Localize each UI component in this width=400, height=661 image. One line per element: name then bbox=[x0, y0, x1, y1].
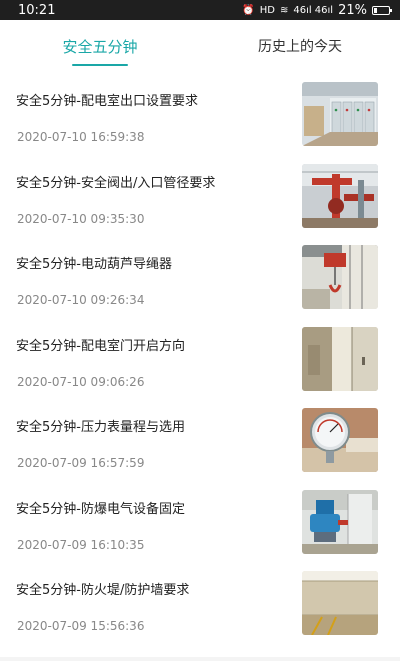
red-pipe-valve-image bbox=[302, 163, 378, 228]
bottom-edge bbox=[0, 657, 400, 661]
status-bar: 10:21 ⏰ HD ≋ 46ıl 46ıl 21% bbox=[0, 0, 400, 20]
tab-label: 安全五分钟 bbox=[62, 37, 138, 56]
tab-label: 历史上的今天 bbox=[258, 39, 342, 55]
battery-icon bbox=[372, 5, 392, 15]
list-item[interactable]: 安全5分钟-防爆电气设备固定 2020-07-09 16:10:35 bbox=[0, 480, 400, 562]
list-item[interactable]: 安全5分钟-安全阀出/入口管径要求 2020-07-10 09:35:30 bbox=[0, 154, 400, 236]
alarm-icon: ⏰ bbox=[242, 4, 255, 16]
article-thumbnail[interactable] bbox=[302, 489, 378, 554]
article-date: 2020-07-09 16:10:35 bbox=[17, 537, 145, 552]
list-item[interactable]: 安全5分钟-配电室门开启方向 2020-07-10 09:06:26 bbox=[0, 317, 400, 399]
article-thumbnail[interactable] bbox=[302, 245, 378, 309]
explosion-proof-motor-image bbox=[302, 489, 378, 554]
list-item[interactable]: 安全5分钟-压力表量程与选用 2020-07-09 16:57:59 bbox=[0, 398, 400, 480]
article-title: 安全5分钟-防爆电气设备固定 bbox=[16, 501, 185, 517]
signal-indicator: 46ıl 46ıl bbox=[293, 4, 334, 16]
electric-hoist-image bbox=[302, 245, 378, 309]
article-list: 安全5分钟-配电室出口设置要求 2020-07-10 16:59:38 安全5分… bbox=[0, 72, 400, 643]
battery-percent: 21% bbox=[338, 2, 367, 18]
fire-dike-wall-image bbox=[302, 571, 378, 635]
article-title: 安全5分钟-配电室出口设置要求 bbox=[16, 94, 198, 109]
article-date: 2020-07-09 16:57:59 bbox=[17, 456, 145, 470]
article-thumbnail[interactable] bbox=[302, 571, 378, 635]
article-date: 2020-07-10 09:06:26 bbox=[17, 374, 145, 389]
article-title: 安全5分钟-电动葫芦导绳器 bbox=[16, 257, 172, 272]
tab-bar: 安全五分钟 历史上的今天 bbox=[0, 20, 400, 72]
tab-safety-five-minutes[interactable]: 安全五分钟 bbox=[0, 20, 200, 72]
article-title: 安全5分钟-防火堤/防护墙要求 bbox=[16, 583, 190, 598]
article-thumbnail[interactable] bbox=[302, 326, 378, 391]
article-title: 安全5分钟-配电室门开启方向 bbox=[16, 338, 185, 354]
status-indicators: ⏰ HD ≋ 46ıl 46ıl 21% bbox=[242, 2, 392, 18]
battery-fill bbox=[374, 7, 378, 13]
article-title: 安全5分钟-安全阀出/入口管径要求 bbox=[16, 175, 216, 191]
article-thumbnail[interactable] bbox=[302, 163, 378, 228]
list-item[interactable]: 安全5分钟-防火堤/防护墙要求 2020-07-09 15:56:36 bbox=[0, 561, 400, 643]
open-door-image bbox=[302, 326, 378, 391]
article-date: 2020-07-10 16:59:38 bbox=[17, 130, 145, 144]
article-title: 安全5分钟-压力表量程与选用 bbox=[16, 420, 185, 435]
pressure-gauge-image bbox=[302, 408, 378, 472]
article-date: 2020-07-10 09:35:30 bbox=[17, 211, 145, 226]
hd-indicator: HD bbox=[259, 4, 275, 16]
article-date: 2020-07-09 15:56:36 bbox=[17, 619, 145, 633]
wifi-icon: ≋ bbox=[279, 4, 289, 16]
status-time: 10:21 bbox=[18, 2, 56, 18]
list-item[interactable]: 安全5分钟-电动葫芦导绳器 2020-07-10 09:26:34 bbox=[0, 235, 400, 317]
article-date: 2020-07-10 09:26:34 bbox=[17, 293, 145, 307]
switchgear-room-image bbox=[302, 82, 378, 146]
article-thumbnail[interactable] bbox=[302, 408, 378, 472]
tab-history-today[interactable]: 历史上的今天 bbox=[200, 20, 400, 72]
list-item[interactable]: 安全5分钟-配电室出口设置要求 2020-07-10 16:59:38 bbox=[0, 72, 400, 154]
active-tab-indicator bbox=[72, 64, 128, 66]
article-thumbnail[interactable] bbox=[302, 82, 378, 146]
